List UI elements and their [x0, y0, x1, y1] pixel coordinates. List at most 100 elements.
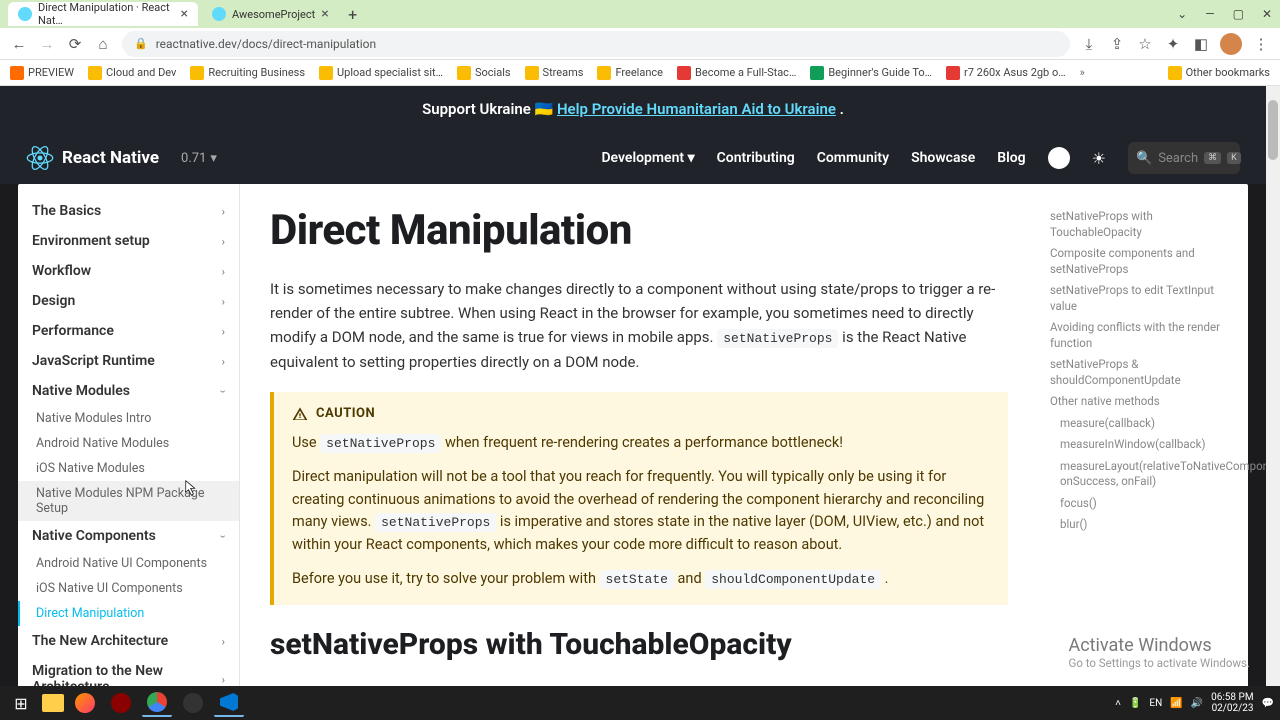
battery-icon[interactable]: 🔋: [1129, 698, 1141, 709]
toc-link[interactable]: focus(): [1042, 493, 1236, 515]
nav-community[interactable]: Community: [817, 150, 889, 166]
sidebar-cat-jsruntime[interactable]: JavaScript Runtime›: [18, 346, 239, 376]
address-bar[interactable]: 🔒 reactnative.dev/docs/direct-manipulati…: [122, 31, 1070, 57]
file-explorer-icon[interactable]: [42, 694, 64, 712]
version-dropdown[interactable]: 0.71 ▾: [181, 151, 217, 166]
tray-chevron-icon[interactable]: ˄: [1115, 698, 1121, 709]
sidebar-cat-nativecomponents[interactable]: Native Components›: [18, 521, 239, 551]
home-icon[interactable]: ⌂: [94, 35, 112, 53]
app-icon[interactable]: [178, 689, 208, 717]
kbd-hint: K: [1227, 152, 1241, 164]
code-inline: setNativeProps: [320, 434, 441, 453]
nav-showcase[interactable]: Showcase: [911, 150, 975, 166]
sidebar-cat-performance[interactable]: Performance›: [18, 316, 239, 346]
bookmark-item[interactable]: r7 260x Asus 2gb o…: [946, 66, 1066, 80]
forward-icon[interactable]: →: [38, 35, 56, 53]
browser-toolbar: ← → ⟳ ⌂ 🔒 reactnative.dev/docs/direct-ma…: [0, 28, 1280, 60]
extensions-icon[interactable]: ✦: [1164, 35, 1182, 53]
sidebar-item[interactable]: Native Modules Intro: [18, 406, 239, 431]
toc-link[interactable]: measureInWindow(callback): [1042, 434, 1236, 456]
bookmarks-overflow[interactable]: »: [1080, 66, 1085, 79]
sidebar-cat-design[interactable]: Design›: [18, 286, 239, 316]
bookmark-item[interactable]: Become a Full-Stac…: [677, 66, 796, 80]
toc-link[interactable]: setNativeProps & shouldComponentUpdate: [1042, 354, 1236, 391]
theme-toggle-icon[interactable]: ☀: [1092, 149, 1106, 168]
system-tray[interactable]: ˄ 🔋 EN 📶 🔊 06:58 PM 02/02/23 💬: [1115, 692, 1274, 714]
toc-link[interactable]: blur(): [1042, 514, 1236, 536]
brand-logo[interactable]: React Native: [26, 144, 159, 172]
notifications-icon[interactable]: 💬: [1262, 698, 1274, 709]
close-tab-icon[interactable]: ×: [321, 6, 328, 22]
firefox-icon[interactable]: [70, 689, 100, 717]
github-icon[interactable]: [1048, 147, 1070, 169]
toc-link[interactable]: Other native methods: [1042, 391, 1236, 413]
bookmark-item[interactable]: Streams: [525, 66, 584, 80]
other-bookmarks[interactable]: Other bookmarks: [1168, 66, 1270, 80]
sidebar-cat-workflow[interactable]: Workflow›: [18, 256, 239, 286]
share-icon[interactable]: ⇪: [1108, 35, 1126, 53]
close-tab-icon[interactable]: ×: [181, 6, 188, 22]
vscode-icon[interactable]: [214, 689, 244, 717]
menu-icon[interactable]: ⋮: [1252, 35, 1270, 53]
toc-link[interactable]: Composite components and setNativeProps: [1042, 243, 1236, 280]
clock[interactable]: 06:58 PM 02/02/23: [1211, 692, 1253, 714]
chevron-down-icon[interactable]: ⌄: [1177, 7, 1187, 21]
sidebar-item[interactable]: iOS Native Modules: [18, 456, 239, 481]
toc-link[interactable]: setNativeProps to edit TextInput value: [1042, 280, 1236, 317]
sidebar-item[interactable]: iOS Native UI Components: [18, 576, 239, 601]
sidebar-item[interactable]: Android Native Modules: [18, 431, 239, 456]
toc-link[interactable]: measure(callback): [1042, 413, 1236, 435]
chevron-right-icon: ›: [222, 265, 225, 278]
back-icon[interactable]: ←: [10, 35, 28, 53]
nav-development[interactable]: Development ▾: [601, 150, 694, 166]
toc-link[interactable]: measureLayout(relativeToNativeComponentR…: [1042, 456, 1236, 493]
install-icon[interactable]: ⤓: [1080, 35, 1098, 53]
support-banner: Support Ukraine 🇺🇦 Help Provide Humanita…: [0, 86, 1266, 132]
page-scrollbar[interactable]: [1266, 86, 1280, 720]
chevron-right-icon: ›: [222, 295, 225, 308]
sidebar-cat-basics[interactable]: The Basics›: [18, 196, 239, 226]
minimize-icon[interactable]: —: [1205, 7, 1214, 21]
chrome-icon[interactable]: [142, 689, 172, 717]
scrollbar-thumb[interactable]: [1268, 100, 1278, 160]
nav-blog[interactable]: Blog: [997, 150, 1025, 166]
sidebar-item-active[interactable]: Direct Manipulation: [18, 601, 239, 626]
page-title: Direct Manipulation: [270, 206, 1008, 255]
new-tab-button[interactable]: +: [343, 5, 363, 24]
close-window-icon[interactable]: ✕: [1262, 7, 1272, 21]
reload-icon[interactable]: ⟳: [66, 35, 84, 53]
bookmark-item[interactable]: PREVIEW: [10, 66, 74, 80]
banner-link[interactable]: Help Provide Humanitarian Aid to Ukraine: [557, 100, 836, 118]
sidebar-cat-env[interactable]: Environment setup›: [18, 226, 239, 256]
maximize-icon[interactable]: ▢: [1233, 7, 1244, 21]
wifi-icon[interactable]: 📶: [1170, 698, 1182, 709]
bookmark-item[interactable]: Upload specialist sit…: [319, 66, 443, 80]
bookmark-item[interactable]: Beginner's Guide To…: [810, 66, 932, 80]
docs-sidebar: The Basics› Environment setup› Workflow›…: [18, 184, 240, 720]
language-indicator[interactable]: EN: [1149, 698, 1162, 709]
chevron-right-icon: ›: [222, 325, 225, 338]
bookmark-item[interactable]: Cloud and Dev: [88, 66, 176, 80]
tab-title: Direct Manipulation · React Nat…: [38, 1, 175, 27]
sidebar-item[interactable]: Android Native UI Components: [18, 551, 239, 576]
sidepanel-icon[interactable]: ◧: [1192, 35, 1210, 53]
toc-link[interactable]: setNativeProps with TouchableOpacity: [1042, 206, 1236, 243]
start-button[interactable]: ⊞: [6, 689, 36, 717]
browser-tab-active[interactable]: Direct Manipulation · React Nat… ×: [8, 2, 198, 26]
sidebar-item-hover[interactable]: Native Modules NPM Package Setup: [18, 481, 239, 521]
browser-tab-inactive[interactable]: AwesomeProject ×: [202, 2, 339, 26]
bookmark-item[interactable]: Socials: [457, 66, 511, 80]
toc-link[interactable]: Avoiding conflicts with the render funct…: [1042, 317, 1236, 354]
search-input[interactable]: 🔍 Search ⌘ K: [1128, 142, 1240, 174]
bookmark-item[interactable]: Recruiting Business: [190, 66, 305, 80]
volume-icon[interactable]: 🔊: [1191, 698, 1203, 709]
bookmark-item[interactable]: Freelance: [597, 66, 663, 80]
sidebar-cat-nativemodules[interactable]: Native Modules›: [18, 376, 239, 406]
profile-avatar[interactable]: [1220, 33, 1242, 55]
nav-contributing[interactable]: Contributing: [717, 150, 795, 166]
windows-taskbar: ⊞ ˄ 🔋 EN 📶 🔊 06:58 PM 02/02/23 💬: [0, 686, 1280, 720]
star-icon[interactable]: ☆: [1136, 35, 1154, 53]
folder-icon: [190, 66, 204, 80]
app-icon[interactable]: [106, 689, 136, 717]
sidebar-cat-newarch[interactable]: The New Architecture›: [18, 626, 239, 656]
